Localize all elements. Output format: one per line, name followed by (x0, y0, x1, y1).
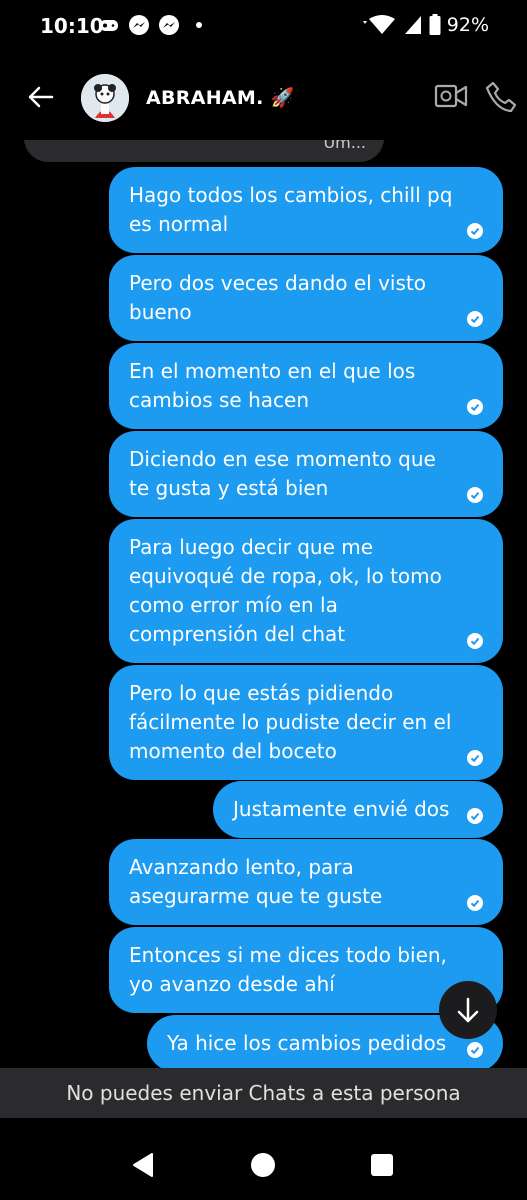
message-text: Para luego decir que me equivoqué de rop… (129, 535, 442, 646)
read-check-icon (467, 487, 483, 503)
dot-icon (196, 22, 202, 28)
received-message-partial: Um... (24, 140, 384, 162)
read-check-icon (467, 311, 483, 327)
nav-home-icon[interactable] (251, 1153, 275, 1177)
sent-message[interactable]: En el momento en el que los cambios se h… (109, 343, 503, 429)
read-check-icon (467, 633, 483, 649)
notification-icons (98, 14, 210, 36)
message-text: En el momento en el que los cambios se h… (129, 359, 416, 412)
video-call-icon[interactable] (434, 81, 468, 111)
message-text: Pero lo que estás pidiendo fácilmente lo… (129, 681, 452, 763)
chat-header: ABRAHAM. 🚀 (0, 56, 527, 140)
back-arrow-icon[interactable] (24, 80, 58, 114)
received-message-text: Um... (323, 140, 366, 152)
message-list[interactable]: Um... Hago todos los cambios, chill pq e… (0, 140, 527, 1068)
message-text: Pero dos veces dando el visto bueno (129, 271, 426, 324)
system-status: 92% (362, 14, 489, 36)
status-bar: 10:10 92% (0, 0, 527, 56)
signal-icon (404, 16, 421, 34)
cannot-send-notice: No puedes enviar Chats a esta persona (0, 1068, 527, 1118)
message-text: Avanzando lento, para asegurarme que te … (129, 855, 383, 908)
read-check-icon (467, 399, 483, 415)
read-check-icon (467, 223, 483, 239)
message-text: Ya hice los cambios pedidos (167, 1031, 447, 1055)
scroll-to-bottom-button[interactable] (439, 981, 497, 1039)
read-check-icon (467, 895, 483, 911)
read-check-icon (467, 808, 483, 824)
system-navigation-bar (0, 1130, 527, 1200)
sent-message[interactable]: Pero lo que estás pidiendo fácilmente lo… (109, 665, 503, 780)
arrow-down-icon (457, 997, 479, 1023)
message-text: Justamente envié dos (233, 797, 450, 821)
battery-percent: 92% (446, 14, 489, 36)
contact-name[interactable]: ABRAHAM. 🚀 (146, 86, 295, 109)
phone-call-icon[interactable] (484, 80, 518, 114)
read-check-icon (467, 750, 483, 766)
sent-message[interactable]: Justamente envié dos (213, 781, 503, 838)
messenger-notification-icon (129, 15, 149, 35)
nav-recents-icon[interactable] (371, 1154, 393, 1176)
message-text: Entonces si me dices todo bien, yo avanz… (129, 943, 447, 996)
message-text: Hago todos los cambios, chill pq es norm… (129, 183, 453, 236)
read-check-icon (467, 1042, 483, 1058)
sent-message[interactable]: Avanzando lento, para asegurarme que te … (109, 839, 503, 925)
avatar-image (81, 74, 129, 122)
sent-message[interactable]: Hago todos los cambios, chill pq es norm… (109, 167, 503, 253)
wifi-icon (362, 15, 395, 34)
contact-avatar[interactable] (81, 74, 129, 122)
sent-message[interactable]: Pero dos veces dando el visto bueno (109, 255, 503, 341)
messenger-notification-icon-2 (159, 15, 179, 35)
gamepad-notification-icon (100, 20, 118, 31)
sent-message[interactable]: Diciendo en ese momento que te gusta y e… (109, 431, 503, 517)
battery-icon (429, 14, 441, 35)
status-time: 10:10 (40, 14, 104, 38)
nav-back-icon[interactable] (130, 1152, 156, 1178)
message-text: Diciendo en ese momento que te gusta y e… (129, 447, 436, 500)
sent-message[interactable]: Para luego decir que me equivoqué de rop… (109, 519, 503, 663)
